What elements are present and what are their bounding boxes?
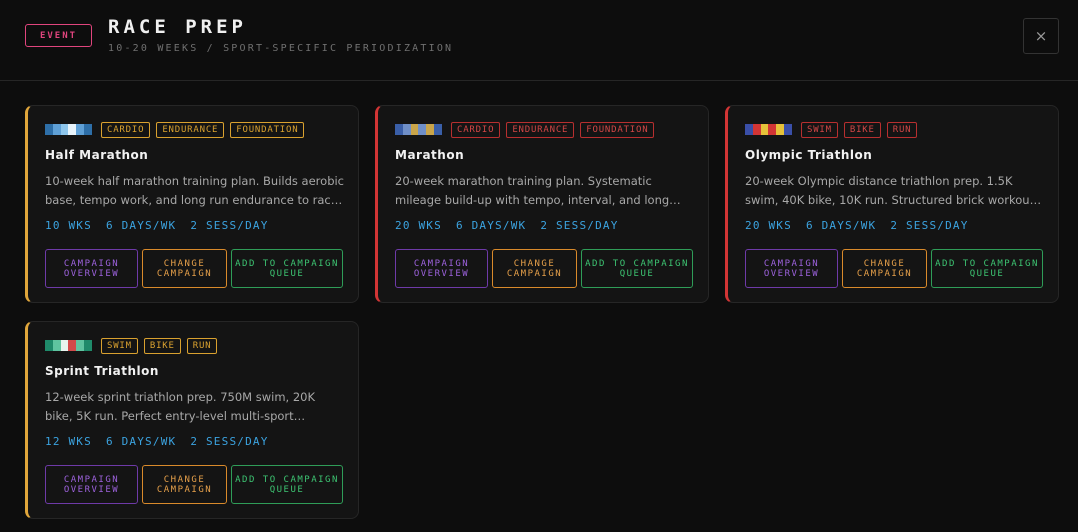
stat-days: 6 DAYS/WK	[105, 219, 177, 232]
flag-icon	[395, 124, 442, 135]
stat-sessions: 2 SESS/DAY	[890, 219, 969, 232]
flag-stripe	[776, 124, 785, 135]
tag-list: CARDIO ENDURANCE FOUNDATION	[451, 122, 655, 138]
card-description: 20-week marathon training plan. Systemat…	[395, 174, 670, 207]
flag-stripe	[76, 124, 85, 135]
change-campaign-button[interactable]: CHANGE CAMPAIGN	[492, 249, 577, 288]
flag-stripe	[60, 340, 69, 351]
flag-icon	[45, 124, 92, 135]
event-badge: EVENT	[25, 24, 92, 47]
flag-stripe	[45, 340, 53, 351]
card-description: 10-week half marathon training plan. Bui…	[45, 174, 345, 207]
flag-stripe	[784, 124, 792, 135]
flag-stripe	[52, 124, 61, 135]
card-description: 12-week sprint triathlon prep. 750M swim…	[45, 390, 316, 423]
tag-list: SWIM BIKE RUN	[101, 338, 218, 354]
stat-days: 6 DAYS/WK	[455, 219, 527, 232]
stat-weeks: 20 WKS	[745, 219, 792, 232]
stat-days: 6 DAYS/WK	[805, 219, 877, 232]
flag-stripe	[45, 124, 53, 135]
campaign-overview-button[interactable]: CAMPAIGN OVERVIEW	[45, 249, 138, 288]
card-title: Sprint Triathlon	[45, 364, 159, 378]
tag: BIKE	[143, 338, 181, 354]
add-to-campaign-queue-button[interactable]: ADD TO CAMPAIGN QUEUE	[231, 465, 343, 504]
stat-weeks: 20 WKS	[395, 219, 442, 232]
campaign-card-half-marathon[interactable]: CARDIO ENDURANCE FOUNDATION Half Maratho…	[25, 105, 359, 303]
card-stats: 20 WKS 6 DAYS/WK 2 SESS/DAY	[745, 219, 969, 232]
tag: SWIM	[801, 122, 838, 138]
card-stats: 20 WKS 6 DAYS/WK 2 SESS/DAY	[395, 219, 619, 232]
flag-stripe	[84, 340, 92, 351]
tag: RUN	[186, 338, 218, 354]
flag-stripe	[745, 124, 753, 135]
flag-stripe	[768, 124, 777, 135]
page-subtitle: 10-20 WEEKS / SPORT-SPECIFIC PERIODIZATI…	[108, 43, 454, 54]
flag-stripe	[752, 124, 761, 135]
flag-stripe	[68, 340, 77, 351]
close-icon: ×	[1034, 27, 1048, 45]
stat-days: 6 DAYS/WK	[105, 435, 177, 448]
tag: CARDIO	[451, 122, 501, 138]
flag-icon	[745, 124, 792, 135]
flag-icon	[45, 340, 92, 351]
card-stats: 12 WKS 6 DAYS/WK 2 SESS/DAY	[45, 435, 269, 448]
change-campaign-button[interactable]: CHANGE CAMPAIGN	[842, 249, 927, 288]
change-campaign-button[interactable]: CHANGE CAMPAIGN	[142, 249, 227, 288]
campaign-overview-button[interactable]: CAMPAIGN OVERVIEW	[745, 249, 838, 288]
tag-list: CARDIO ENDURANCE FOUNDATION	[101, 122, 305, 138]
tag: BIKE	[843, 122, 881, 138]
stat-sessions: 2 SESS/DAY	[540, 219, 619, 232]
card-title: Olympic Triathlon	[745, 148, 873, 162]
stat-sessions: 2 SESS/DAY	[190, 435, 269, 448]
flag-stripe	[52, 340, 61, 351]
modal-header: EVENT RACE PREP 10-20 WEEKS / SPORT-SPEC…	[0, 0, 1078, 81]
stat-weeks: 10 WKS	[45, 219, 92, 232]
flag-stripe	[395, 124, 403, 135]
tag: FOUNDATION	[580, 122, 655, 138]
add-to-campaign-queue-button[interactable]: ADD TO CAMPAIGN QUEUE	[931, 249, 1043, 288]
tag: ENDURANCE	[156, 122, 225, 138]
flag-stripe	[410, 124, 419, 135]
flag-stripe	[426, 124, 435, 135]
tag: FOUNDATION	[230, 122, 305, 138]
campaign-overview-button[interactable]: CAMPAIGN OVERVIEW	[45, 465, 138, 504]
flag-stripe	[60, 124, 69, 135]
campaign-card-sprint-triathlon[interactable]: SWIM BIKE RUN Sprint Triathlon 12-week s…	[25, 321, 359, 519]
tag: RUN	[886, 122, 918, 138]
add-to-campaign-queue-button[interactable]: ADD TO CAMPAIGN QUEUE	[581, 249, 693, 288]
card-title: Marathon	[395, 148, 465, 162]
flag-stripe	[76, 340, 85, 351]
campaign-card-marathon[interactable]: CARDIO ENDURANCE FOUNDATION Marathon 20-…	[375, 105, 709, 303]
flag-stripe	[402, 124, 411, 135]
flag-stripe	[434, 124, 442, 135]
tag: ENDURANCE	[506, 122, 575, 138]
tag-list: SWIM BIKE RUN	[801, 122, 918, 138]
page-title: RACE PREP	[108, 16, 247, 38]
card-stats: 10 WKS 6 DAYS/WK 2 SESS/DAY	[45, 219, 269, 232]
flag-stripe	[760, 124, 769, 135]
add-to-campaign-queue-button[interactable]: ADD TO CAMPAIGN QUEUE	[231, 249, 343, 288]
change-campaign-button[interactable]: CHANGE CAMPAIGN	[142, 465, 227, 504]
card-description: 20-week Olympic distance triathlon prep.…	[745, 174, 1041, 207]
stat-sessions: 2 SESS/DAY	[190, 219, 269, 232]
close-button[interactable]: ×	[1023, 18, 1059, 54]
tag: SWIM	[101, 338, 138, 354]
campaign-card-olympic-triathlon[interactable]: SWIM BIKE RUN Olympic Triathlon 20-week …	[725, 105, 1059, 303]
campaign-overview-button[interactable]: CAMPAIGN OVERVIEW	[395, 249, 488, 288]
flag-stripe	[418, 124, 427, 135]
card-title: Half Marathon	[45, 148, 149, 162]
flag-stripe	[68, 124, 77, 135]
stat-weeks: 12 WKS	[45, 435, 92, 448]
flag-stripe	[84, 124, 92, 135]
tag: CARDIO	[101, 122, 151, 138]
